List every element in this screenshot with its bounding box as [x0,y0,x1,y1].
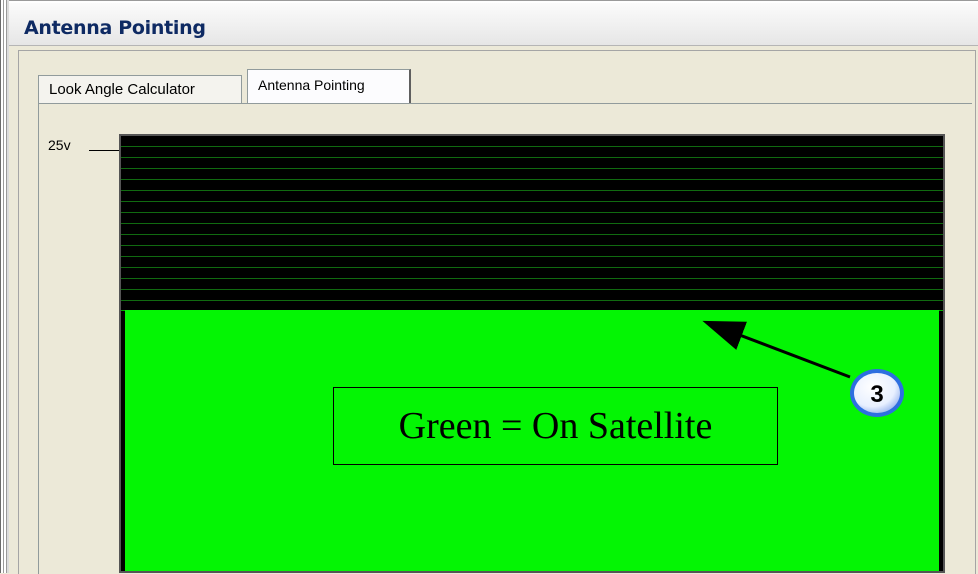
callout-badge: 3 [847,366,907,420]
window-title: Antenna Pointing [24,17,206,39]
title-bar[interactable]: Antenna Pointing [9,3,978,46]
annotation-label: Green = On Satellite [333,387,778,465]
callout-number: 3 [870,381,883,408]
meter-empty-region [121,136,943,311]
window-left-border [0,0,9,573]
signal-meter [119,134,945,573]
tab-look-angle-calculator[interactable]: Look Angle Calculator [38,75,242,104]
meter-top-label: 25v [48,137,71,153]
meter-top-tick [89,150,119,151]
tab-antenna-pointing[interactable]: Antenna Pointing [247,69,411,105]
